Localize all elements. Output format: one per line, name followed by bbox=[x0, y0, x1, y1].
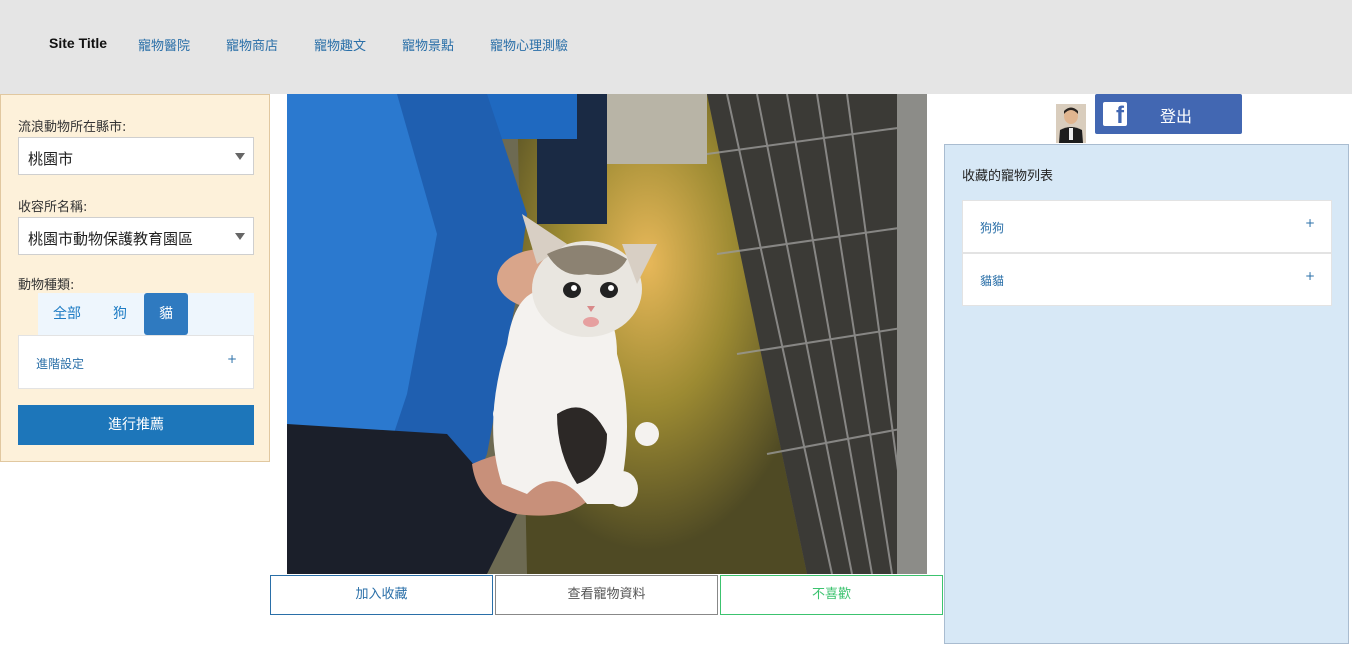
city-select[interactable]: 桃園市 bbox=[18, 137, 254, 175]
chevron-down-icon bbox=[235, 153, 245, 160]
favorites-item-label: 貓貓 bbox=[980, 274, 1005, 288]
kind-segmented-control: 全部 狗 貓 bbox=[38, 293, 254, 335]
kind-option-cat[interactable]: 貓 bbox=[144, 293, 188, 335]
kind-option-all[interactable]: 全部 bbox=[38, 293, 96, 335]
advanced-settings-label: 進階設定 bbox=[36, 357, 85, 371]
top-navbar: Site Title 寵物醫院 寵物商店 寵物趣文 寵物景點 寵物心理測驗 bbox=[0, 0, 1352, 94]
nav-link-pet-articles[interactable]: 寵物趣文 bbox=[314, 35, 366, 54]
view-pet-details-button[interactable]: 查看寵物資料 bbox=[495, 575, 718, 615]
shelter-label: 收容所名稱: bbox=[18, 200, 88, 215]
filter-panel: 流浪動物所在縣市: 桃園市 收容所名稱: 桃園市動物保護教育園區 動物種類: 全… bbox=[0, 94, 270, 462]
logout-label: 登出 bbox=[1160, 107, 1193, 126]
favorites-panel: 收藏的寵物列表 狗狗 + 貓貓 + bbox=[944, 144, 1349, 644]
favorites-item-cats[interactable]: 貓貓 + bbox=[962, 253, 1332, 306]
city-label: 流浪動物所在縣市: bbox=[18, 120, 127, 135]
chevron-down-icon bbox=[235, 233, 245, 240]
dislike-button[interactable]: 不喜歡 bbox=[720, 575, 943, 615]
plus-icon: + bbox=[1304, 216, 1315, 230]
avatar bbox=[1056, 104, 1086, 143]
recommend-button[interactable]: 進行推薦 bbox=[18, 405, 254, 445]
kitten-photo-icon bbox=[287, 94, 927, 574]
favorites-title: 收藏的寵物列表 bbox=[962, 169, 1054, 184]
kind-label: 動物種類: bbox=[18, 278, 75, 293]
facebook-icon: f bbox=[1103, 102, 1127, 128]
shelter-select-value: 桃園市動物保護教育園區 bbox=[28, 230, 194, 248]
add-favorite-button[interactable]: 加入收藏 bbox=[270, 575, 493, 615]
favorites-item-label: 狗狗 bbox=[980, 221, 1005, 235]
nav-link-pet-store[interactable]: 寵物商店 bbox=[226, 35, 278, 54]
pet-photo bbox=[287, 94, 927, 574]
nav-link-pet-attractions[interactable]: 寵物景點 bbox=[402, 35, 454, 54]
facebook-logout-button[interactable]: f 登出 bbox=[1095, 94, 1242, 134]
site-title[interactable]: Site Title bbox=[49, 35, 107, 51]
shelter-select[interactable]: 桃園市動物保護教育園區 bbox=[18, 217, 254, 255]
city-select-value: 桃園市 bbox=[28, 150, 74, 168]
favorites-item-dogs[interactable]: 狗狗 + bbox=[962, 200, 1332, 253]
nav-link-pet-hospital[interactable]: 寵物醫院 bbox=[138, 35, 190, 54]
plus-icon: + bbox=[226, 352, 237, 366]
kind-option-dog[interactable]: 狗 bbox=[96, 293, 144, 335]
nav-link-pet-psych-test[interactable]: 寵物心理測驗 bbox=[490, 35, 568, 54]
advanced-settings-toggle[interactable]: 進階設定 + bbox=[18, 335, 254, 389]
plus-icon: + bbox=[1304, 269, 1315, 283]
